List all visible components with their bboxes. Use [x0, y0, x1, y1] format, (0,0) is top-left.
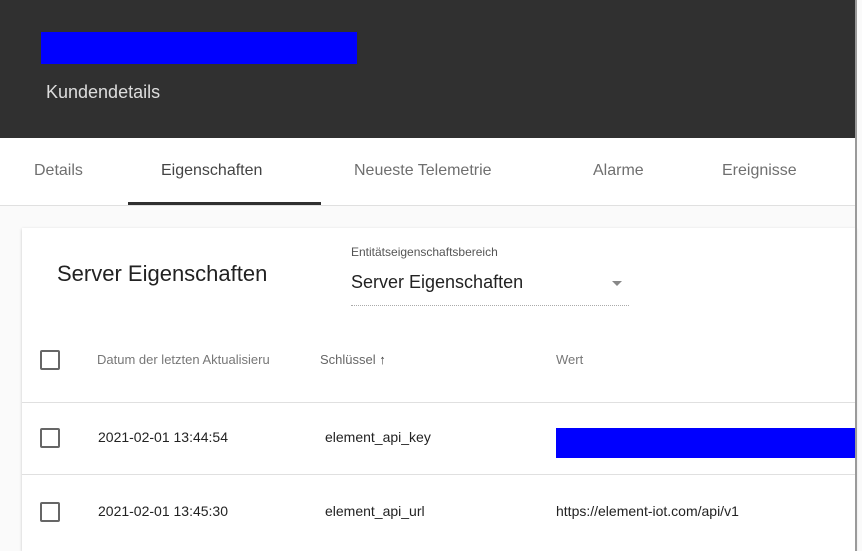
page-subtitle: Kundendetails: [46, 82, 161, 102]
tab-eigenschaften[interactable]: Eigenschaften: [161, 162, 262, 180]
arrow-up-icon: ↑: [379, 352, 386, 367]
attributes-card: Server Eigenschaften Entitätseigenschaft…: [22, 228, 856, 551]
page-header: Kundendetails: [0, 0, 856, 138]
card-title: Server Eigenschaften: [57, 261, 268, 286]
cell-key: element_api_url: [325, 503, 425, 519]
cell-key: element_api_key: [325, 429, 431, 445]
divider: [22, 402, 856, 403]
active-tab-indicator: [128, 202, 321, 205]
dropdown-arrow-icon[interactable]: [612, 281, 622, 286]
cell-date: 2021-02-01 13:44:54: [98, 429, 228, 445]
column-header-value[interactable]: Wert: [556, 352, 583, 367]
tab-bar: Details Eigenschaften Neueste Telemetrie…: [0, 138, 856, 206]
cell-value: https://element-iot.com/api/v1: [556, 503, 739, 519]
tab-alarme[interactable]: Alarme: [593, 162, 644, 180]
tab-ereignisse[interactable]: Ereignisse: [722, 162, 797, 180]
divider: [22, 474, 856, 475]
scope-select-label: Entitätseigenschaftsbereich: [351, 245, 498, 259]
row-checkbox[interactable]: [40, 428, 60, 448]
window-border: [855, 0, 857, 551]
scope-select-value[interactable]: Server Eigenschaften: [351, 272, 523, 293]
scope-select-underline: [351, 305, 629, 306]
column-header-date[interactable]: Datum der letzten Aktualisieru: [97, 352, 270, 367]
row-checkbox[interactable]: [40, 502, 60, 522]
redacted-value: [556, 428, 856, 458]
select-all-checkbox[interactable]: [40, 350, 60, 370]
cell-date: 2021-02-01 13:45:30: [98, 503, 228, 519]
redacted-title: [41, 32, 357, 64]
column-header-key-label: Schlüssel: [320, 352, 376, 367]
column-header-key[interactable]: Schlüssel ↑: [320, 352, 386, 367]
tab-neueste-telemetrie[interactable]: Neueste Telemetrie: [354, 162, 492, 180]
tab-details[interactable]: Details: [34, 162, 83, 180]
